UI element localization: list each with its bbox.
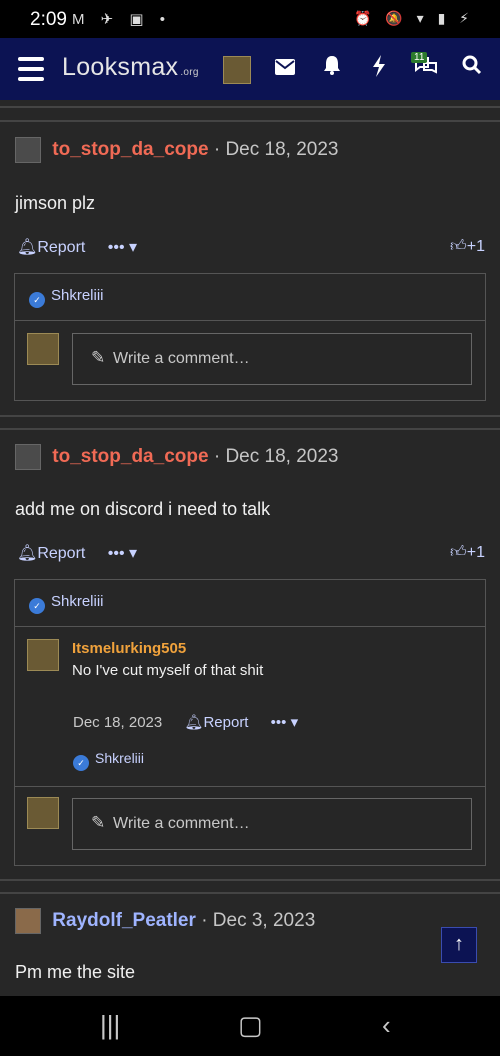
more-options-button[interactable]: ••• ▾ — [271, 714, 298, 731]
avatar[interactable] — [27, 639, 59, 671]
comment-section: ✓ Shkreliii Itsmelurking505 No I've cut m… — [14, 579, 486, 866]
thumbs-up-icon: 👍︎ — [450, 544, 467, 561]
system-icons: ⏰ 🔕 ▾ ▮ ⚡ — [354, 10, 474, 26]
status-time: 2:09 — [30, 9, 67, 30]
reaction-user[interactable]: Shkreliii — [51, 287, 104, 304]
envelope-icon[interactable] — [271, 55, 299, 81]
post-actions: 🔔︎Report ••• ▾ — [17, 543, 137, 563]
system-nav-bar: ||| ▢ ‹ — [0, 996, 500, 1056]
more-options-button[interactable]: ••• ▾ — [108, 239, 137, 256]
notification-icons: M ✈ ▣ • — [72, 11, 171, 28]
like-icon: ✓ — [29, 598, 45, 614]
post-header: to_stop_da_cope · Dec 18, 2023 — [15, 137, 338, 163]
post-body: add me on discord i need to talk — [15, 499, 271, 519]
reply-comment: Itsmelurking505 No I've cut myself of th… — [15, 627, 485, 787]
post-body: Pm me the site — [15, 962, 136, 982]
post-date[interactable]: Dec 18, 2023 — [225, 446, 338, 467]
divider — [0, 879, 500, 881]
recent-apps-icon[interactable]: ||| — [100, 1010, 120, 1041]
comment-section: ✓ Shkreliii ✎ Write a comment… — [14, 273, 486, 401]
site-header: Looksmax .org 11 — [0, 38, 500, 100]
post-body: jimson plz — [15, 193, 96, 213]
menu-icon[interactable] — [18, 57, 44, 81]
like-button[interactable]: 👍︎+1 — [450, 543, 485, 562]
bell-icon: 🔔︎ — [17, 545, 38, 562]
back-icon[interactable]: ‹ — [382, 1010, 391, 1041]
divider — [0, 892, 500, 894]
avatar[interactable] — [15, 908, 41, 934]
status-bar: 2:09 M ✈ ▣ • ⏰ 🔕 ▾ ▮ ⚡ — [0, 0, 500, 38]
post-date[interactable]: Dec 18, 2023 — [225, 139, 338, 160]
pencil-icon: ✎ — [91, 348, 106, 367]
divider — [0, 415, 500, 417]
bell-icon: 🔔︎ — [17, 239, 38, 256]
write-comment-input[interactable]: ✎ Write a comment… — [72, 333, 472, 385]
post-actions: 🔔︎Report ••• ▾ — [17, 237, 137, 257]
like-icon: ✓ — [73, 755, 89, 771]
reply-username[interactable]: Itsmelurking505 — [72, 640, 186, 657]
chat-badge: 11 — [411, 52, 428, 63]
scroll-to-top-button[interactable]: ↑ — [441, 927, 477, 963]
pencil-icon: ✎ — [91, 813, 106, 832]
avatar — [27, 797, 59, 829]
avatar[interactable] — [15, 137, 41, 163]
user-avatar[interactable] — [223, 56, 251, 84]
post-username[interactable]: Raydolf_Peatler — [52, 910, 196, 931]
thumbs-up-icon: 👍︎ — [450, 238, 467, 255]
report-link[interactable]: 🔔︎Report — [17, 239, 85, 256]
reply-date[interactable]: Dec 18, 2023 — [73, 714, 162, 731]
thread-content: to_stop_da_cope · Dec 18, 2023 jimson pl… — [0, 100, 500, 996]
avatar — [27, 333, 59, 365]
reactions-bar: ✓ Shkreliii — [15, 580, 485, 627]
report-link[interactable]: 🔔︎Report — [184, 714, 248, 731]
bell-icon[interactable] — [318, 55, 346, 81]
like-button[interactable]: 👍︎+1 — [450, 237, 485, 256]
reply-reactions: ✓ Shkreliii — [73, 750, 144, 771]
avatar[interactable] — [15, 444, 41, 470]
reply-text: No I've cut myself of that shit — [72, 662, 264, 679]
more-options-button[interactable]: ••• ▾ — [108, 545, 137, 562]
post-username[interactable]: to_stop_da_cope — [52, 446, 208, 467]
divider — [0, 106, 500, 108]
reaction-user[interactable]: Shkreliii — [51, 593, 104, 610]
divider — [0, 428, 500, 430]
divider — [0, 120, 500, 122]
search-icon[interactable] — [458, 55, 486, 81]
like-icon: ✓ — [29, 292, 45, 308]
reactions-bar: ✓ Shkreliii — [15, 274, 485, 321]
bolt-icon[interactable] — [365, 55, 393, 83]
report-link[interactable]: 🔔︎Report — [17, 545, 85, 562]
post-username[interactable]: to_stop_da_cope — [52, 139, 208, 160]
post-header: Raydolf_Peatler · Dec 3, 2023 — [15, 908, 315, 934]
write-comment-input[interactable]: ✎ Write a comment… — [72, 798, 472, 850]
reaction-user[interactable]: Shkreliii — [95, 750, 144, 766]
home-icon[interactable]: ▢ — [238, 1010, 263, 1041]
arrow-up-icon: ↑ — [454, 933, 464, 955]
reply-meta: Dec 18, 2023 🔔︎Report ••• ▾ — [73, 713, 298, 731]
post-header: to_stop_da_cope · Dec 18, 2023 — [15, 444, 338, 470]
site-logo[interactable]: Looksmax .org — [62, 53, 199, 82]
post-date[interactable]: Dec 3, 2023 — [213, 910, 315, 931]
